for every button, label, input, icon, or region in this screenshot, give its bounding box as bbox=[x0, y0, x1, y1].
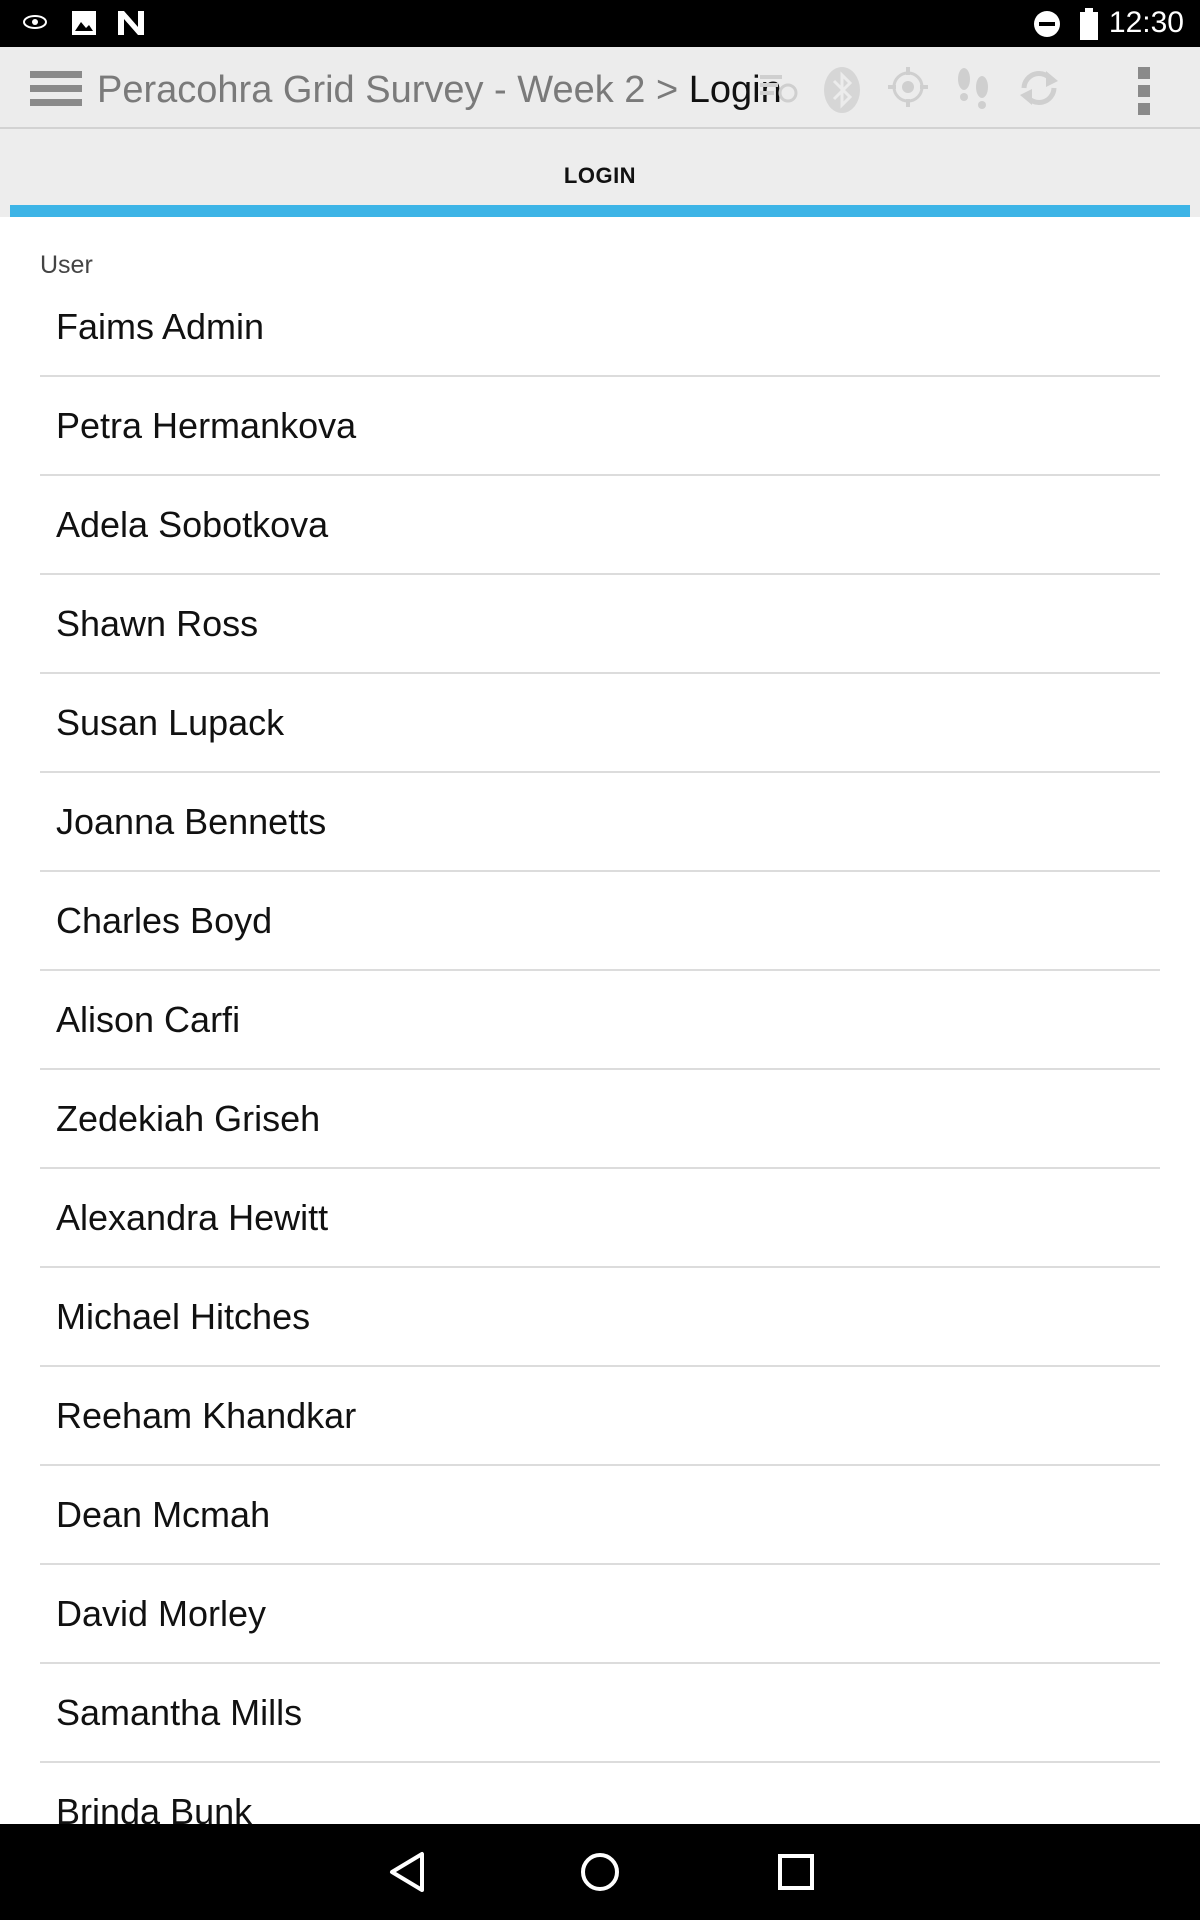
user-name: Shawn Ross bbox=[56, 603, 259, 644]
recents-icon[interactable] bbox=[776, 1848, 816, 1900]
user-name: David Morley bbox=[56, 1593, 267, 1634]
user-name: Petra Hermankova bbox=[56, 405, 357, 446]
eye-icon bbox=[22, 13, 48, 35]
do-not-disturb-icon bbox=[1032, 9, 1062, 43]
system-nav-bar bbox=[0, 1824, 1200, 1920]
list-item[interactable]: Shawn Ross bbox=[40, 575, 1160, 674]
battery-icon bbox=[1078, 7, 1100, 45]
user-name: Reeham Khandkar bbox=[56, 1395, 357, 1436]
list-item[interactable]: Samantha Mills bbox=[40, 1664, 1160, 1763]
list-item[interactable]: Joanna Bennetts bbox=[40, 773, 1160, 872]
list-item[interactable]: Zedekiah Griseh bbox=[40, 1070, 1160, 1169]
status-bar: 12:30 bbox=[0, 0, 1200, 47]
action-bar: Peracohra Grid Survey - Week 2 > Login bbox=[0, 47, 1200, 129]
home-icon[interactable] bbox=[578, 1848, 622, 1900]
user-name: Alison Carfi bbox=[56, 999, 241, 1040]
overflow-menu-icon[interactable] bbox=[1136, 65, 1152, 121]
user-name: Adela Sobotkova bbox=[56, 504, 329, 545]
breadcrumb-parent[interactable]: Peracohra Grid Survey - Week 2 bbox=[97, 69, 645, 111]
user-name: Alexandra Hewitt bbox=[56, 1197, 329, 1238]
breadcrumb: Peracohra Grid Survey - Week 2 > Login bbox=[97, 69, 782, 112]
footsteps-icon[interactable] bbox=[952, 65, 996, 117]
tab-login[interactable]: LOGIN bbox=[0, 163, 1200, 189]
image-icon bbox=[70, 9, 98, 41]
login-form: User Faims Admin Petra Hermankova Adela … bbox=[10, 217, 1190, 1824]
back-icon[interactable] bbox=[384, 1848, 432, 1900]
user-name: Charles Boyd bbox=[56, 900, 273, 941]
sync-list-icon[interactable] bbox=[756, 65, 800, 113]
user-name: Michael Hitches bbox=[56, 1296, 311, 1337]
user-name: Joanna Bennetts bbox=[56, 801, 327, 842]
list-item[interactable]: Petra Hermankova bbox=[40, 377, 1160, 476]
user-name: Susan Lupack bbox=[56, 702, 285, 743]
list-item[interactable]: David Morley bbox=[40, 1565, 1160, 1664]
user-name: Samantha Mills bbox=[56, 1692, 303, 1733]
list-item[interactable]: Alison Carfi bbox=[40, 971, 1160, 1070]
nvidia-icon bbox=[116, 9, 146, 41]
list-item[interactable]: Dean Mcmah bbox=[40, 1466, 1160, 1565]
menu-icon[interactable] bbox=[30, 69, 82, 113]
list-item[interactable]: Michael Hitches bbox=[40, 1268, 1160, 1367]
user-list: Faims Admin Petra Hermankova Adela Sobot… bbox=[40, 278, 1160, 1824]
list-item[interactable]: Adela Sobotkova bbox=[40, 476, 1160, 575]
refresh-icon[interactable] bbox=[1016, 65, 1062, 115]
list-item[interactable]: Charles Boyd bbox=[40, 872, 1160, 971]
tab-indicator bbox=[10, 205, 1190, 217]
user-name: Zedekiah Griseh bbox=[56, 1098, 321, 1139]
bluetooth-icon[interactable] bbox=[820, 65, 864, 119]
list-item[interactable]: Susan Lupack bbox=[40, 674, 1160, 773]
user-field-label: User bbox=[40, 251, 93, 279]
clock: 12:30 bbox=[1108, 6, 1184, 39]
user-name: Faims Admin bbox=[56, 306, 265, 347]
breadcrumb-separator: > bbox=[655, 69, 679, 111]
user-name: Dean Mcmah bbox=[56, 1494, 271, 1535]
gps-icon[interactable] bbox=[886, 65, 930, 113]
list-item[interactable]: Reeham Khandkar bbox=[40, 1367, 1160, 1466]
list-item[interactable]: Alexandra Hewitt bbox=[40, 1169, 1160, 1268]
user-name: Brinda Bunk bbox=[56, 1791, 253, 1824]
list-item[interactable]: Brinda Bunk bbox=[40, 1763, 1160, 1824]
tab-bar: LOGIN bbox=[0, 129, 1200, 217]
list-item[interactable]: Faims Admin bbox=[40, 278, 1160, 377]
